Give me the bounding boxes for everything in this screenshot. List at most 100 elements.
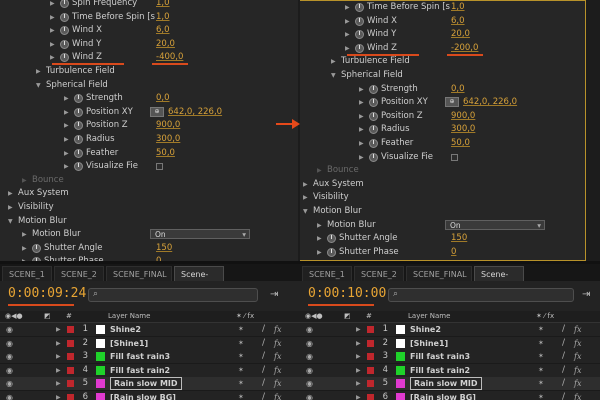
fx-icon[interactable]: fx [274,337,281,350]
effect-property-value[interactable]: 20,0 [156,38,175,51]
current-time-display[interactable]: 0:00:09:24 [8,286,86,301]
layer-name[interactable]: Fill fast rain3 [410,350,470,363]
fx-icon[interactable]: fx [574,364,581,377]
twirl-triangle-icon[interactable]: ▶ [317,164,322,177]
effect-point-value[interactable]: 642,0, 226,0 [168,106,222,119]
eye-icon[interactable]: ◉ [306,391,313,400]
layer-name[interactable]: Rain slow MID [110,377,182,391]
point-target-icon[interactable]: ⊕ [445,97,459,108]
quality-switch-icon[interactable]: / [562,323,565,336]
stopwatch-icon[interactable] [327,234,336,244]
quality-switch-icon[interactable]: / [262,364,265,377]
shy-switch-icon[interactable]: ✶ [238,350,244,363]
twirl-triangle-icon[interactable]: ▶ [22,242,27,255]
quality-switch-icon[interactable]: / [262,377,265,390]
twirl-triangle-icon[interactable]: ▶ [359,137,364,150]
shy-switch-icon[interactable]: ✶ [538,323,544,336]
layer-row[interactable]: ◉ ▶ 2 [Shine1] ✶ / fx [300,336,600,351]
fx-icon[interactable]: fx [274,364,281,377]
twirl-triangle-icon[interactable]: ▶ [317,219,322,232]
twirl-triangle-icon[interactable]: ▶ [8,187,13,200]
twirl-triangle-icon[interactable]: ▶ [356,350,361,363]
twirl-triangle-icon[interactable]: ▼ [331,69,336,82]
stopwatch-icon[interactable] [369,84,378,94]
shy-switch-icon[interactable]: ✶ [538,337,544,350]
effect-property-value[interactable]: 6,0 [156,24,170,37]
layer-label-color[interactable] [67,353,74,361]
twirl-triangle-icon[interactable]: ▶ [56,364,61,377]
twirl-triangle-icon[interactable]: ▶ [317,246,322,259]
comp-tab[interactable]: SCENE_1 [2,266,52,281]
layer-label-color[interactable] [367,366,374,374]
motion-blur-dropdown[interactable]: On ▾ [445,219,545,230]
quality-switch-icon[interactable]: / [562,337,565,350]
stopwatch-icon[interactable] [74,148,83,158]
stopwatch-icon[interactable] [74,94,83,104]
twirl-triangle-icon[interactable]: ▶ [356,391,361,400]
shy-switch-icon[interactable]: ✶ [238,323,244,336]
layer-label-color[interactable] [67,326,74,333]
effect-property-value[interactable]: 900,0 [156,119,180,132]
shy-switch-icon[interactable]: ✶ [238,337,244,350]
comp-tab[interactable]: SCENE_2 [54,266,104,281]
layer-name[interactable]: Fill fast rain2 [110,364,170,377]
twirl-triangle-icon[interactable]: ▶ [331,55,336,68]
layer-row[interactable]: ◉ ▶ 5 Rain slow MID ✶ / fx [300,377,600,392]
comp-tab[interactable]: Scene-1× [474,266,524,294]
layer-label-color[interactable] [367,394,374,400]
fx-icon[interactable]: fx [574,350,581,363]
twirl-triangle-icon[interactable]: ▶ [345,1,350,14]
fx-icon[interactable]: fx [574,391,581,400]
comp-tab[interactable]: SCENE_FINAL [106,266,172,281]
eye-icon[interactable]: ◉ [306,350,313,363]
effect-property-value[interactable]: 1,0 [156,11,170,24]
twirl-triangle-icon[interactable]: ▶ [56,337,61,350]
effect-property-value[interactable]: 0 [451,246,456,259]
stopwatch-icon[interactable] [32,243,41,253]
layer-label-color[interactable] [67,380,74,388]
layer-name[interactable]: [Rain slow BG] [110,391,176,400]
layer-name-header[interactable]: Layer Name [108,311,150,322]
fx-icon[interactable]: fx [274,391,281,400]
fx-icon[interactable]: fx [574,337,581,350]
shy-switch-icon[interactable]: ✶ [538,377,544,390]
effect-property-value[interactable]: 1,0 [451,1,465,14]
twirl-triangle-icon[interactable]: ▶ [359,83,364,96]
effect-property-value[interactable]: 150 [451,232,467,245]
twirl-triangle-icon[interactable]: ▶ [303,191,308,204]
motion-blur-dropdown[interactable]: On ▾ [150,229,250,240]
twirl-triangle-icon[interactable]: ▶ [8,201,13,214]
layer-row[interactable]: ◉ ▶ 4 Fill fast rain2 ✶ / fx [0,363,300,378]
layer-row[interactable]: ◉ ▶ 1 Shine2 ✶ / fx [300,323,600,337]
stopwatch-icon[interactable] [369,98,378,108]
current-time-display[interactable]: 0:00:10:00 [308,286,386,301]
eye-icon[interactable]: ◉ [6,337,13,350]
twirl-triangle-icon[interactable]: ▶ [64,147,69,160]
eye-icon[interactable]: ◉ [306,323,313,336]
layer-name[interactable]: Fill fast rain2 [410,364,470,377]
stopwatch-icon[interactable] [369,152,378,162]
layer-row[interactable]: ◉ ▶ 5 Rain slow MID ✶ / fx [0,377,300,392]
shy-switch-icon[interactable]: ✶ [238,391,244,400]
effect-property-value[interactable]: 300,0 [156,133,180,146]
twirl-triangle-icon[interactable]: ▶ [64,106,69,119]
twirl-triangle-icon[interactable]: ▶ [356,323,361,336]
layer-name[interactable]: [Shine1] [410,337,448,350]
layer-name[interactable]: Fill fast rain3 [110,350,170,363]
effect-property-value[interactable]: 0,0 [451,83,465,96]
twirl-triangle-icon[interactable]: ▶ [356,364,361,377]
layer-label-color[interactable] [67,339,74,347]
shy-switch-icon[interactable]: ✶ [538,350,544,363]
twirl-triangle-icon[interactable]: ▶ [64,133,69,146]
quality-switch-icon[interactable]: / [262,337,265,350]
layer-row[interactable]: ◉ ▶ 4 Fill fast rain2 ✶ / fx [300,363,600,378]
twirl-triangle-icon[interactable]: ▶ [56,323,61,336]
stopwatch-icon[interactable] [60,26,69,36]
effect-property-value[interactable]: 0,0 [156,92,170,105]
effect-property-value[interactable]: 900,0 [451,110,475,123]
stopwatch-icon[interactable] [355,30,364,40]
comp-tab[interactable]: SCENE_2 [354,266,404,281]
quality-switch-icon[interactable]: / [562,391,565,400]
layer-name[interactable]: Shine2 [110,323,141,336]
visualize-field-checkbox[interactable] [451,153,458,161]
